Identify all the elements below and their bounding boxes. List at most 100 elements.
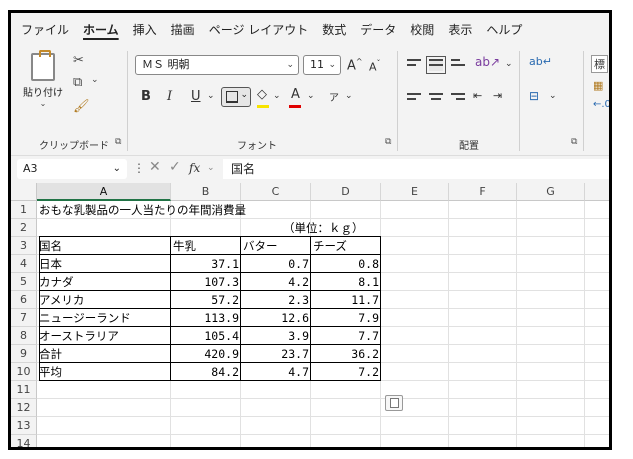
italic-icon[interactable]: I (167, 89, 172, 104)
tab-home[interactable]: ホーム (83, 21, 119, 38)
copy-icon[interactable]: ⧉ (73, 75, 82, 90)
column-header[interactable]: F (449, 183, 517, 201)
table-border (39, 290, 381, 291)
formula-input[interactable]: 国名 (223, 159, 609, 179)
align-right-icon[interactable] (451, 93, 465, 105)
font-name-value: ＭＳ 明朝 (142, 58, 190, 71)
worksheet-grid[interactable]: ABCDEFG 1 2 3 4 5 6 7 8 9 10 11 12 13 14 おもな乳製品の一人当たり… (11, 183, 609, 447)
fill-color-swatch (257, 105, 269, 108)
column-header[interactable]: B (171, 183, 241, 201)
insert-function-icon[interactable]: fx (189, 161, 200, 175)
number-format-select[interactable]: 標 (591, 55, 608, 73)
align-center-icon[interactable] (429, 93, 443, 105)
fill-color-icon[interactable]: ◇ (257, 87, 267, 102)
name-box[interactable]: A3 ⌄ (17, 159, 127, 179)
row-header[interactable]: 13 (11, 417, 37, 435)
gridline (516, 201, 517, 447)
format-painter-icon[interactable]: 🖌 (73, 99, 90, 114)
borders-button[interactable]: ⌄ (221, 87, 251, 107)
tab-draw[interactable]: 描画 (171, 21, 195, 38)
chevron-down-icon[interactable]: ⌄ (345, 91, 353, 101)
tab-view[interactable]: 表示 (448, 21, 472, 38)
chevron-down-icon[interactable]: ⌄ (207, 163, 215, 173)
column-header[interactable]: D (311, 183, 381, 201)
confirm-icon[interactable]: ✓ (169, 159, 181, 175)
decrease-font-size-icon[interactable]: Aˇ (369, 59, 381, 74)
chevron-down-icon[interactable]: ⌄ (505, 59, 513, 69)
increase-indent-icon[interactable]: ⇥ (493, 89, 502, 102)
column-header[interactable]: G (517, 183, 585, 201)
chevron-down-icon[interactable]: ⌄ (207, 91, 215, 101)
cancel-icon[interactable]: ✕ (149, 159, 161, 175)
paste-button[interactable]: 貼り付け ⌄ (23, 50, 63, 108)
table-border (39, 362, 381, 363)
merge-center-icon[interactable]: ⊟ (529, 89, 539, 103)
more-options-icon[interactable]: ⋮ (133, 161, 145, 175)
row-header[interactable]: 4 (11, 255, 37, 273)
row-header[interactable]: 7 (11, 309, 37, 327)
chevron-down-icon: ⌄ (39, 99, 47, 108)
cell-title[interactable]: おもな乳製品の一人当たりの年間消費量 (37, 201, 381, 219)
font-color-icon[interactable]: A (291, 87, 300, 102)
phonetic-guide-icon[interactable]: ア (329, 89, 339, 104)
clipboard-icon (31, 50, 55, 81)
increase-font-size-icon[interactable]: A^ (347, 57, 363, 73)
decrease-indent-icon[interactable]: ⇤ (473, 89, 482, 102)
gridline (584, 201, 585, 447)
row-header[interactable]: 2 (11, 219, 37, 237)
column-header[interactable]: E (381, 183, 449, 201)
row-header[interactable]: 8 (11, 327, 37, 345)
font-color-swatch (289, 105, 301, 108)
row-header[interactable]: 9 (11, 345, 37, 363)
font-size-value: 11 (310, 58, 324, 71)
column-header[interactable]: A (37, 183, 171, 201)
orientation-icon[interactable]: ab↗ (475, 55, 500, 69)
chevron-down-icon[interactable]: ⌄ (91, 75, 99, 85)
table-border (39, 308, 381, 309)
selected-cell-indicator (38, 235, 172, 255)
wrap-text-icon[interactable]: ab↵ (529, 55, 552, 68)
gridline (37, 434, 609, 435)
tab-file[interactable]: ファイル (21, 21, 69, 38)
clipboard-launcher-icon[interactable]: ⧉ (115, 137, 121, 147)
chevron-down-icon: ⌄ (328, 60, 336, 70)
underline-icon[interactable]: U (191, 89, 201, 104)
align-top-icon[interactable] (407, 59, 421, 71)
row-header[interactable]: 12 (11, 399, 37, 417)
column-header[interactable]: C (241, 183, 311, 201)
cell-unit[interactable]: （単位：ｋｇ） (281, 219, 421, 237)
tab-review[interactable]: 校閲 (410, 21, 434, 38)
row-header[interactable]: 11 (11, 381, 37, 399)
row-header[interactable]: 14 (11, 435, 37, 447)
tab-insert[interactable]: 挿入 (133, 21, 157, 38)
select-all-corner[interactable] (11, 183, 37, 201)
align-left-icon[interactable] (407, 93, 421, 105)
font-size-select[interactable]: 11 ⌄ (303, 55, 341, 75)
chevron-down-icon[interactable]: ⌄ (549, 91, 557, 101)
bold-icon[interactable]: B (141, 89, 151, 104)
row-header[interactable]: 5 (11, 273, 37, 291)
tab-help[interactable]: ヘルプ (486, 21, 522, 38)
alignment-launcher-icon[interactable]: ⧉ (571, 137, 577, 147)
paste-options-icon[interactable] (385, 395, 403, 411)
row-header[interactable]: 6 (11, 291, 37, 309)
tab-data[interactable]: データ (360, 21, 396, 38)
decimal-format-icon[interactable]: ←.0 (593, 99, 609, 110)
currency-format-icon[interactable]: ▦ (593, 79, 603, 92)
gridline (448, 201, 449, 447)
cut-icon[interactable]: ✂ (73, 53, 84, 68)
chevron-down-icon[interactable]: ⌄ (273, 91, 281, 101)
table-border (39, 344, 381, 345)
align-middle-icon[interactable] (426, 56, 446, 74)
tab-page-layout[interactable]: ページ レイアウト (209, 21, 309, 38)
font-name-select[interactable]: ＭＳ 明朝 ⌄ (135, 55, 299, 75)
row-header[interactable]: 3 (11, 237, 37, 255)
ribbon: 貼り付け ⌄ ✂ ⧉ ⌄ 🖌 クリップボード ⧉ ＭＳ 明朝 ⌄ 11 ⌄ A^… (11, 45, 609, 155)
row-header[interactable]: 1 (11, 201, 37, 219)
font-launcher-icon[interactable]: ⧉ (385, 137, 391, 147)
align-bottom-icon[interactable] (451, 59, 465, 71)
row-header[interactable]: 10 (11, 363, 37, 381)
chevron-down-icon: ⌄ (286, 60, 294, 70)
chevron-down-icon[interactable]: ⌄ (307, 91, 315, 101)
tab-formulas[interactable]: 数式 (322, 21, 346, 38)
